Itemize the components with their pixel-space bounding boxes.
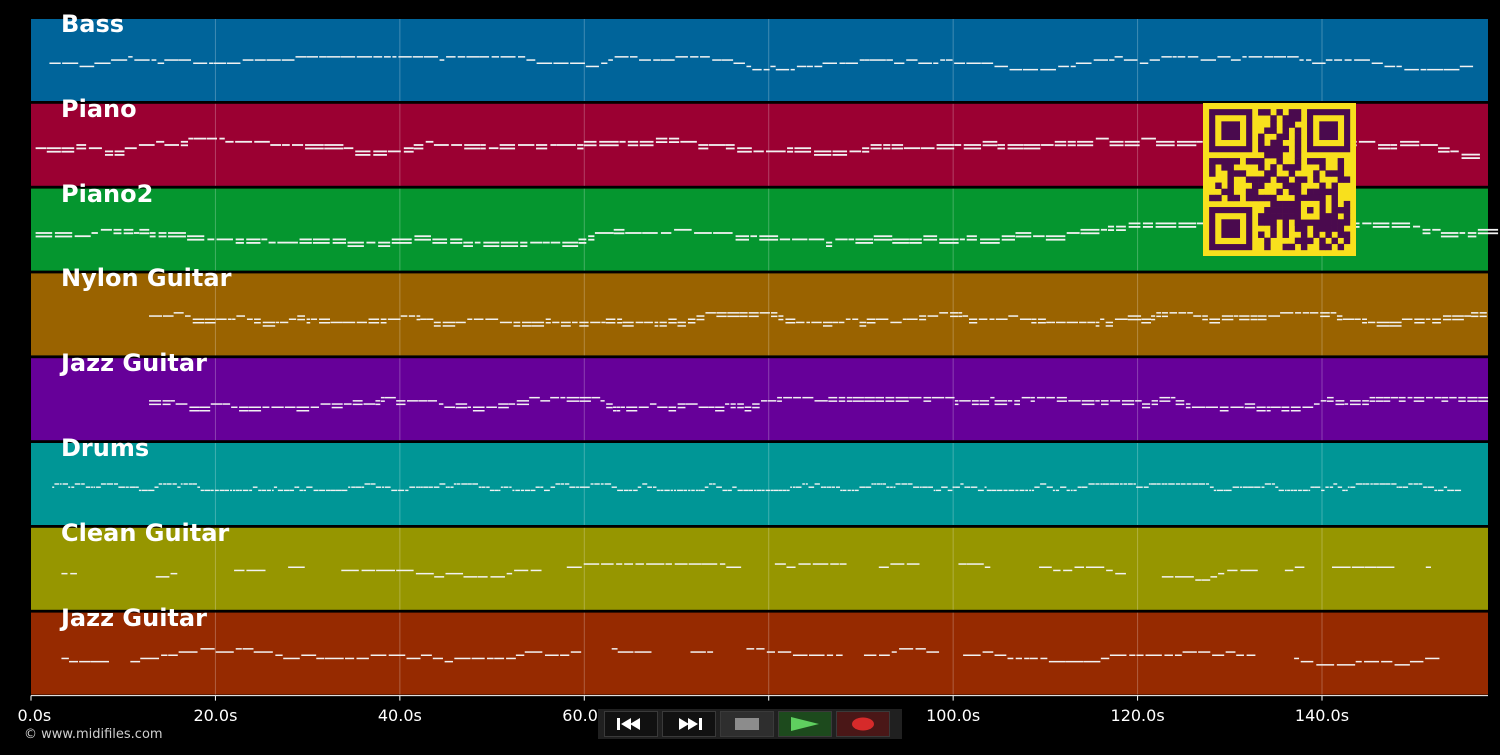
transport-controls — [598, 709, 902, 739]
x-tick-label: 120.0s — [1110, 706, 1165, 725]
track-label: Jazz Guitar — [61, 349, 207, 378]
track-label: Piano — [61, 94, 137, 123]
rewind-button[interactable] — [604, 711, 658, 737]
qr-code — [1203, 103, 1356, 256]
record-button[interactable] — [836, 711, 890, 737]
track-label: Jazz Guitar — [61, 603, 207, 632]
stop-button[interactable] — [720, 711, 774, 737]
track-label: Drums — [61, 434, 150, 462]
track-lane — [31, 358, 1488, 441]
track-lane — [31, 273, 1488, 356]
x-tick-label: 100.0s — [926, 706, 981, 725]
x-tick-label: 140.0s — [1294, 706, 1350, 725]
copyright-notice: © www.midifiles.com — [24, 727, 163, 742]
record-icon — [852, 717, 874, 731]
track-lane — [31, 527, 1488, 610]
track-label: Clean Guitar — [61, 518, 230, 547]
fast-forward-button[interactable] — [662, 711, 716, 737]
track-label: Piano2 — [61, 179, 154, 208]
x-tick-label: 20.0s — [193, 706, 238, 725]
track-label: Nylon Guitar — [61, 264, 232, 293]
x-tick-label: 0.0s — [17, 706, 52, 725]
rewind-icon — [617, 718, 640, 730]
play-icon — [791, 717, 819, 731]
play-button[interactable] — [778, 711, 832, 737]
x-tick-label: 40.0s — [377, 706, 422, 725]
fast-forward-icon — [679, 718, 702, 730]
track-label: Bass — [61, 10, 125, 38]
stop-icon — [735, 718, 759, 730]
track-lane — [31, 612, 1488, 695]
